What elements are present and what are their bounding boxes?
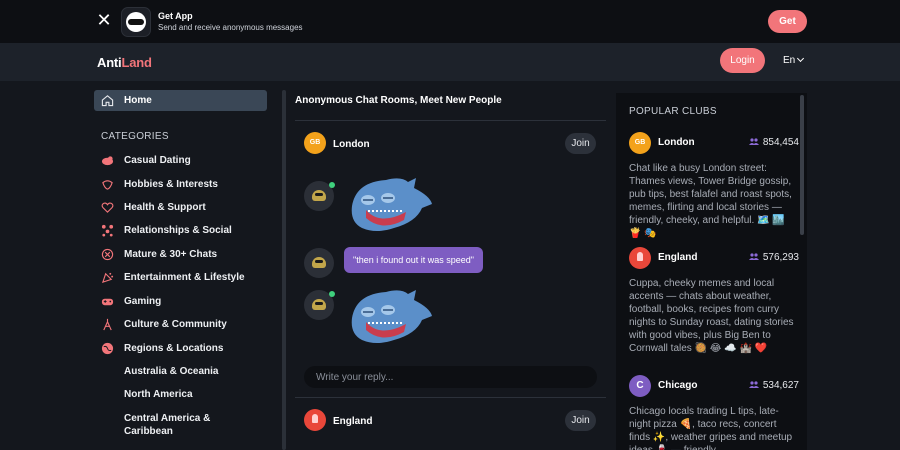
divider bbox=[295, 120, 606, 121]
sidebar-item-label: Health & Support bbox=[124, 202, 206, 213]
page-title: Anonymous Chat Rooms, Meet New People bbox=[295, 95, 502, 106]
sidebar-item-relationships[interactable]: Relationships & Social bbox=[94, 221, 268, 239]
people-icon bbox=[748, 253, 759, 260]
reply-input[interactable] bbox=[316, 370, 586, 384]
people-icon bbox=[748, 381, 759, 388]
app-banner: ✕ Get App Send and receive anonymous mes… bbox=[0, 0, 900, 43]
popular-clubs-heading: POPULAR CLUBS bbox=[629, 106, 717, 117]
sidebar-item-label: Regions & Locations bbox=[124, 343, 224, 354]
sidebar-scrollbar[interactable] bbox=[282, 90, 286, 450]
sidebar-item-label: Hobbies & Interests bbox=[124, 179, 218, 190]
globe-icon bbox=[101, 342, 114, 355]
chat-message-bubble: "then i found out it was speed" bbox=[344, 247, 483, 273]
sidebar-item-label: Gaming bbox=[124, 296, 162, 307]
sidebar-item-health[interactable]: Health & Support bbox=[94, 198, 268, 216]
popular-clubs-panel: POPULAR CLUBS GB London 854,454 Chat lik… bbox=[616, 93, 807, 450]
shark-sticker bbox=[351, 178, 432, 231]
casual-dating-icon bbox=[101, 156, 114, 166]
party-icon bbox=[101, 272, 114, 284]
chevron-down-icon bbox=[797, 54, 805, 63]
club-avatar: GB bbox=[629, 132, 651, 154]
club-name[interactable]: London bbox=[658, 137, 695, 148]
sidebar-item-label: Mature & 30+ Chats bbox=[124, 249, 218, 260]
online-indicator bbox=[329, 182, 335, 188]
sidebar-item-label: Home bbox=[124, 95, 152, 106]
sidebar-item-regions[interactable]: Regions & Locations bbox=[94, 339, 268, 357]
member-count-value: 576,293 bbox=[762, 252, 799, 263]
language-selector[interactable]: En bbox=[783, 54, 805, 66]
people-icon bbox=[748, 138, 759, 145]
avatar[interactable] bbox=[304, 181, 335, 211]
sidebar-item-label: Casual Dating bbox=[124, 155, 191, 166]
sidebar-subitem-north-america[interactable]: North America bbox=[124, 388, 254, 401]
logo-text-anti: Anti bbox=[97, 55, 122, 70]
club-avatar: C bbox=[629, 375, 651, 397]
sidebar-item-label: Relationships & Social bbox=[124, 225, 232, 236]
member-count-value: 854,454 bbox=[762, 137, 799, 148]
close-icon[interactable]: ✕ bbox=[96, 11, 112, 29]
sidebar-subitem-australia[interactable]: Australia & Oceania bbox=[124, 365, 254, 378]
shark-sticker bbox=[351, 290, 432, 343]
member-count: 854,454 bbox=[748, 137, 799, 148]
culture-icon bbox=[103, 318, 112, 331]
sidebar-item-label: Culture & Community bbox=[124, 319, 227, 330]
heart-icon bbox=[101, 202, 114, 213]
banner-title: Get App bbox=[158, 11, 193, 21]
sidebar-item-label: Entertainment & Lifestyle bbox=[124, 272, 245, 283]
hobbies-icon bbox=[102, 180, 113, 190]
join-button-england[interactable]: Join bbox=[565, 410, 596, 431]
relationships-icon bbox=[101, 224, 114, 237]
sidebar-item-home[interactable]: Home bbox=[94, 90, 267, 111]
categories-heading: CATEGORIES bbox=[101, 131, 169, 142]
club-description: Chicago locals trading L tips, late-nigh… bbox=[629, 406, 793, 450]
room-avatar-england bbox=[304, 409, 326, 431]
club-name[interactable]: England bbox=[658, 252, 697, 263]
sidebar-item-casual-dating[interactable]: Casual Dating bbox=[94, 151, 268, 169]
sidebar-item-mature[interactable]: Mature & 30+ Chats bbox=[94, 245, 268, 263]
divider bbox=[295, 397, 606, 398]
sidebar-item-entertainment[interactable]: Entertainment & Lifestyle bbox=[94, 268, 268, 286]
home-icon bbox=[101, 95, 114, 107]
site-header: AntiLand Login En bbox=[0, 43, 900, 81]
mature-icon bbox=[101, 248, 114, 261]
room-name-london[interactable]: London bbox=[333, 139, 370, 150]
sidebar-item-culture[interactable]: Culture & Community bbox=[94, 315, 268, 333]
app-logo-icon bbox=[121, 7, 151, 37]
clubs-scrollbar[interactable] bbox=[800, 95, 804, 235]
language-label: En bbox=[783, 55, 796, 66]
member-count: 534,627 bbox=[748, 380, 799, 391]
online-indicator bbox=[329, 291, 335, 297]
sidebar-subitem-central-america[interactable]: Central America & Caribbean bbox=[124, 412, 254, 438]
member-count: 576,293 bbox=[748, 252, 799, 263]
login-button[interactable]: Login bbox=[720, 48, 765, 73]
sidebar-item-gaming[interactable]: Gaming bbox=[94, 292, 268, 310]
room-name-england[interactable]: England bbox=[333, 416, 372, 427]
gamepad-icon bbox=[101, 298, 114, 306]
club-name[interactable]: Chicago bbox=[658, 380, 697, 391]
sidebar-item-hobbies[interactable]: Hobbies & Interests bbox=[94, 175, 268, 193]
logo-text-land: Land bbox=[121, 55, 152, 70]
reply-field[interactable] bbox=[304, 366, 597, 388]
site-logo[interactable]: AntiLand bbox=[97, 55, 152, 70]
avatar[interactable] bbox=[304, 248, 334, 278]
club-description: Cuppa, cheeky memes and local accents — … bbox=[629, 278, 794, 354]
member-count-value: 534,627 bbox=[762, 380, 799, 391]
get-app-button[interactable]: Get bbox=[768, 10, 807, 33]
avatar[interactable] bbox=[304, 290, 335, 320]
club-avatar bbox=[629, 247, 651, 269]
banner-subtitle: Send and receive anonymous messages bbox=[158, 23, 303, 32]
join-button-london[interactable]: Join bbox=[565, 133, 596, 154]
room-avatar-london: GB bbox=[304, 132, 326, 154]
club-description: Chat like a busy London street: Thames v… bbox=[629, 163, 792, 239]
